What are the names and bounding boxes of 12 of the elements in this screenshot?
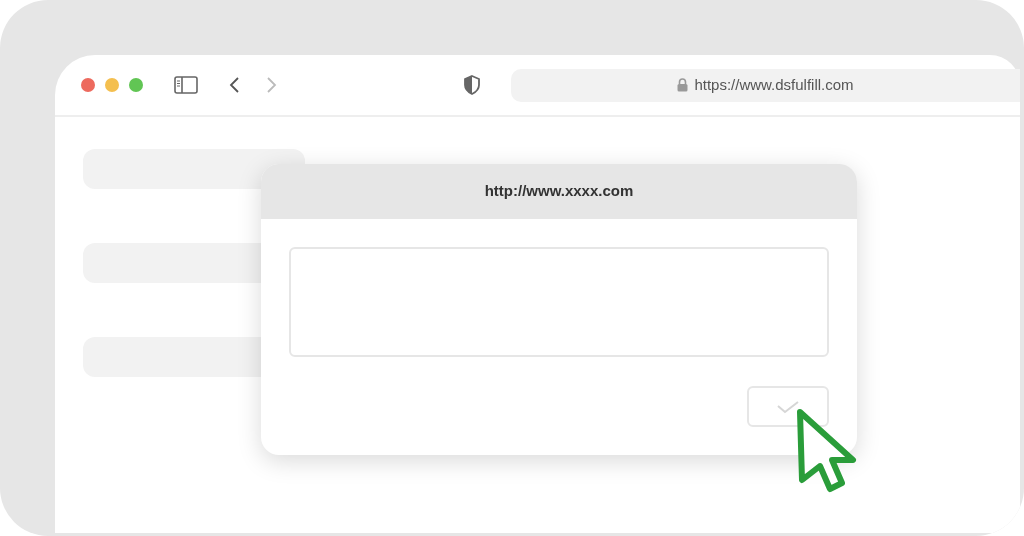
shield-icon[interactable] bbox=[463, 75, 481, 95]
minimize-icon[interactable] bbox=[105, 78, 119, 92]
maximize-icon[interactable] bbox=[129, 78, 143, 92]
sidebar-icon[interactable] bbox=[174, 76, 198, 94]
close-icon[interactable] bbox=[81, 78, 95, 92]
input-field[interactable] bbox=[289, 247, 829, 357]
address-bar[interactable]: https://www.dsfulfill.com bbox=[511, 68, 1020, 102]
check-icon bbox=[776, 399, 800, 414]
url-text: https://www.dsfulfill.com bbox=[694, 74, 854, 95]
dialog-title: http://www.xxxx.com bbox=[484, 181, 634, 202]
lock-icon bbox=[677, 78, 689, 92]
back-icon[interactable] bbox=[228, 76, 241, 94]
